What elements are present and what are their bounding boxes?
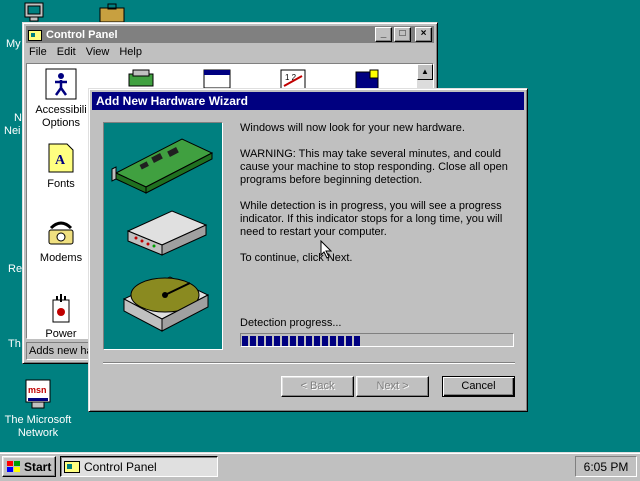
power-icon [52,294,70,323]
start-button[interactable]: Start [2,456,56,477]
wizard-intro-text: Windows will now look for your new hardw… [240,122,465,134]
wizard-warning-text: WARNING: This may take several minutes, … [240,148,508,186]
modems-icon [48,221,74,245]
minimize-button[interactable]: _ [375,27,392,42]
hardware-illustration-icon [111,138,214,332]
desktop-icon-network[interactable]: N Nei [0,112,22,138]
cp-label-modems: Modems [39,252,83,264]
cp-label-power: Power [45,328,77,339]
progress-segment [306,336,312,346]
svg-text:A: A [55,153,66,168]
progress-segment [354,336,360,346]
menu-edit[interactable]: Edit [57,46,76,58]
cancel-button[interactable]: Cancel [442,376,515,397]
cp-label-fonts: Fonts [47,178,75,190]
date-time-icon [203,69,231,89]
add-hardware-wizard-dialog: Add New Hardware Wizard Windows will now… [88,88,528,412]
wizard-illustration [103,122,223,350]
taskbar-button-control-panel[interactable]: Control Panel [60,456,218,477]
cp-item-fonts[interactable]: A Fonts [31,142,91,191]
control-panel-menubar: File Edit View Help [23,43,437,61]
progress-segment [290,336,296,346]
control-panel-titlebar[interactable]: Control Panel _ □ × [26,26,434,43]
close-button[interactable]: × [415,27,432,42]
wizard-titlebar[interactable]: Add New Hardware Wizard [92,92,524,110]
progress-segment [258,336,264,346]
my-computer-icon [24,2,44,22]
menu-help[interactable]: Help [119,46,142,58]
desktop-icon-msn[interactable]: msn The Microsoft Network [0,378,76,440]
msn-icon: msn [25,379,51,409]
progress-segment [266,336,272,346]
wizard-continue-text: To continue, click Next. [240,252,353,264]
progress-segment [314,336,320,346]
cp-item-accessibility[interactable]: Accessibili Options [31,68,91,130]
progress-segment [274,336,280,346]
fonts-icon: A [48,143,74,173]
desktop-label-network: N [14,112,22,124]
control-panel-task-icon [64,460,80,473]
svg-text:msn: msn [28,385,47,395]
taskbar-control-panel-label: Control Panel [84,459,157,474]
wizard-divider [103,362,515,364]
menu-file[interactable]: File [29,46,47,58]
cp-label-accessibility-2: Options [42,117,80,129]
progress-segment [250,336,256,346]
cp-item-modems[interactable]: Modems [31,216,91,265]
control-panel-title: Control Panel [46,28,118,41]
taskbar: Start Control Panel 6:05 PM [0,452,640,481]
progress-segment [330,336,336,346]
start-label: Start [24,459,52,474]
detection-progress-bar [240,333,514,347]
wizard-title: Add New Hardware Wizard [96,94,248,108]
progress-segment [298,336,304,346]
accessibility-icon [45,68,77,100]
progress-segment [346,336,352,346]
progress-segment [242,336,248,346]
progress-segment [322,336,328,346]
desktop-label-neighborhood: Nei [4,125,21,137]
progress-segment [282,336,288,346]
desktop-label-msn-line2: Network [17,427,59,439]
maximize-button[interactable]: □ [394,27,411,42]
desktop-label-msn-line1: The Microsoft [4,414,72,426]
wizard-progress-info-text: While detection is in progress, you will… [240,200,503,238]
windows-logo-icon [7,460,20,472]
detection-progress-label: Detection progress... [240,317,342,329]
add-remove-icon [128,69,154,87]
control-panel-icon [28,29,42,41]
next-button[interactable]: Next > [356,376,429,397]
progress-segment [338,336,344,346]
cp-item-power[interactable]: Power [31,292,91,339]
briefcase-icon [99,3,125,23]
scroll-up-arrow-icon[interactable]: ▲ [417,64,433,80]
system-tray-clock[interactable]: 6:05 PM [575,456,637,477]
back-button[interactable]: < Back [281,376,354,397]
cp-label-accessibility: Accessibili [35,104,87,116]
menu-view[interactable]: View [86,46,110,58]
mouse-pointer-icon [320,240,332,259]
